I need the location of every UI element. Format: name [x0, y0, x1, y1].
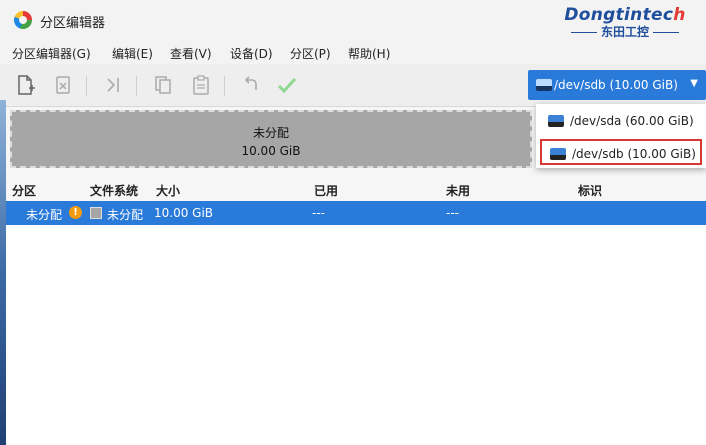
device-option-label: /dev/sda (60.00 GiB) [570, 114, 694, 128]
menu-bar: 分区编辑器(G) 编辑(E) 查看(V) 设备(D) 分区(P) 帮助(H) [0, 40, 706, 64]
apply-button[interactable] [274, 72, 300, 98]
table-row[interactable]: 未分配 ! 未分配 10.00 GiB --- --- [6, 201, 706, 225]
resize-move-icon [107, 78, 119, 92]
hard-disk-icon [548, 115, 564, 127]
hard-disk-icon [536, 79, 552, 91]
desktop-background-edge [0, 100, 6, 445]
disk-graph-unallocated[interactable]: 未分配 10.00 GiB [10, 110, 532, 168]
brand-name-cn: 东田工控 [550, 24, 700, 40]
cell-partition: 未分配 [26, 208, 63, 222]
gparted-app-icon [14, 11, 32, 29]
column-filesystem[interactable]: 文件系统 [90, 182, 138, 199]
window-title: 分区编辑器 [40, 16, 106, 31]
menu-help[interactable]: 帮助(H) [348, 45, 390, 62]
hard-disk-icon [550, 148, 566, 160]
cell-unused: --- [446, 206, 459, 220]
menu-edit[interactable]: 编辑(E) [112, 45, 153, 62]
new-partition-button[interactable] [12, 72, 38, 98]
toolbar-separator [136, 76, 137, 96]
undo-button[interactable] [238, 72, 264, 98]
menu-view[interactable]: 查看(V) [170, 45, 212, 62]
menu-device[interactable]: 设备(D) [230, 45, 273, 62]
device-selector[interactable]: /dev/sdb (10.00 GiB) ▼ [528, 70, 706, 100]
toolbar-separator [224, 76, 225, 96]
graph-partition-size: 10.00 GiB [241, 144, 301, 158]
column-flags[interactable]: 标识 [578, 182, 602, 199]
new-partition-icon [18, 75, 35, 95]
cell-filesystem: 未分配 [107, 208, 144, 222]
watermark-logo: Dongtintech 东田工控 [550, 6, 700, 40]
copy-button[interactable] [150, 72, 176, 98]
paste-button[interactable] [188, 72, 214, 98]
warning-icon: ! [69, 206, 82, 219]
delete-partition-button[interactable] [50, 72, 76, 98]
chevron-down-icon: ▼ [690, 78, 698, 89]
column-partition[interactable]: 分区 [12, 182, 36, 199]
title-bar: 分区编辑器 Dongtintech 东田工控 [0, 0, 706, 40]
menu-partition[interactable]: 分区(P) [290, 45, 331, 62]
paste-icon [193, 75, 209, 95]
device-option-sda[interactable]: /dev/sda (60.00 GiB) [540, 108, 702, 134]
toolbar-separator [86, 76, 87, 96]
graph-partition-label: 未分配 [252, 126, 289, 140]
copy-icon [155, 76, 171, 94]
device-dropdown-menu: /dev/sda (60.00 GiB) /dev/sdb (10.00 GiB… [536, 104, 706, 168]
resize-move-button[interactable] [100, 72, 126, 98]
apply-icon [277, 77, 297, 94]
device-option-sdb[interactable]: /dev/sdb (10.00 GiB) [540, 139, 702, 165]
filesystem-color-swatch [90, 207, 102, 219]
delete-partition-icon [56, 76, 70, 94]
column-size[interactable]: 大小 [156, 182, 180, 199]
device-option-label: /dev/sdb (10.00 GiB) [572, 147, 696, 161]
partition-list-area [6, 225, 706, 445]
brand-name-main: Dongtintec [564, 5, 674, 25]
gparted-window: 分区编辑器 Dongtintech 东田工控 分区编辑器(G) 编辑(E) 查看… [0, 0, 706, 445]
brand-name-tail: h [673, 5, 686, 25]
column-used[interactable]: 已用 [314, 182, 338, 199]
menu-gparted[interactable]: 分区编辑器(G) [12, 45, 91, 62]
column-unused[interactable]: 未用 [446, 182, 470, 199]
partition-table-header: 分区 文件系统 大小 已用 未用 标识 [0, 178, 706, 200]
cell-used: --- [312, 206, 325, 220]
cell-size: 10.00 GiB [154, 206, 214, 220]
device-selector-value: /dev/sdb (10.00 GiB) [554, 78, 678, 92]
undo-icon [244, 76, 257, 90]
